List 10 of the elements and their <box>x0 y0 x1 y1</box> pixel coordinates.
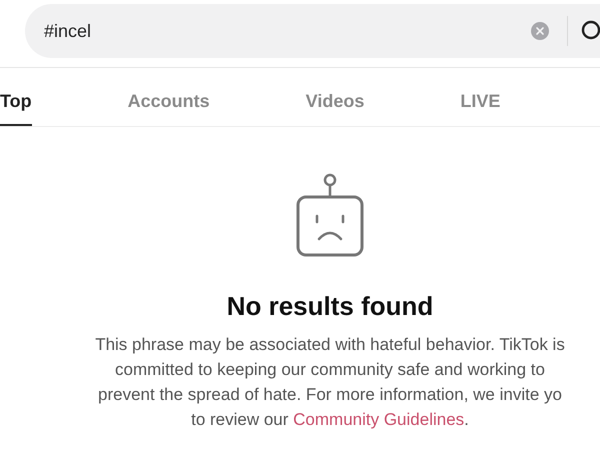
sad-robot-icon <box>295 173 365 259</box>
search-field[interactable]: #incel <box>25 4 600 58</box>
community-guidelines-link[interactable]: Community Guidelines <box>293 410 464 429</box>
empty-description: This phrase may be associated with hateful behavior. TikTok is committed to keeping our community safe and working to prevent the spread of hate. For more information, we invite yo to review our Community Guidelines. <box>95 334 565 431</box>
tab[interactable]: Top <box>0 68 32 126</box>
tab[interactable]: LIVE <box>460 68 500 126</box>
tab[interactable]: Accounts <box>128 68 210 126</box>
tab[interactable]: Videos <box>306 68 364 126</box>
search-input[interactable]: #incel <box>25 20 531 42</box>
empty-title: No results found <box>226 291 434 322</box>
